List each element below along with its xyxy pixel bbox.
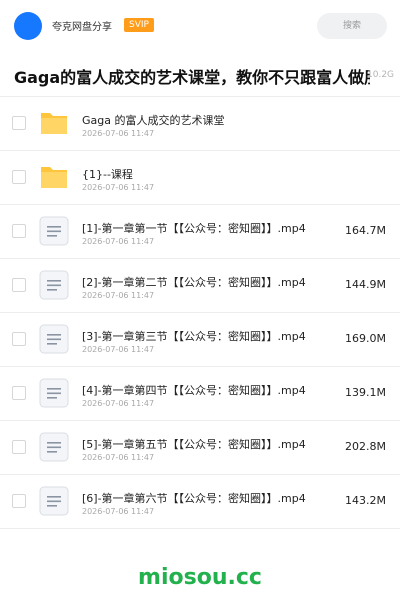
row-checkbox[interactable] [12, 494, 26, 508]
row-checkbox[interactable] [12, 224, 26, 238]
file-size: 164.7M [345, 224, 386, 237]
file-list: Gaga 的富人成交的艺术课堂 2026-07-06 11:47 {1}--课程 20… [0, 97, 400, 529]
document-icon [39, 486, 69, 516]
file-row[interactable]: Gaga 的富人成交的艺术课堂 2026-07-06 11:47 [0, 97, 400, 151]
file-date: 2026-07-06 11:47 [82, 183, 155, 192]
document-icon [39, 324, 69, 354]
watermark-text: miosou.cc [138, 565, 262, 590]
file-row[interactable]: [3]-第一章第三节【【公众号：密知圈】】.mp4 2026-07-06 11:4… [0, 313, 400, 367]
file-name[interactable]: [2]-第一章第二节【【公众号：密知圈】】.mp4 [82, 274, 306, 290]
file-name[interactable]: [1]-第一章第一节【【公众号：密知圈】】.mp4 [82, 220, 306, 236]
row-checkbox[interactable] [12, 170, 26, 184]
document-icon [39, 270, 69, 300]
file-date: 2026-07-06 11:47 [82, 507, 155, 516]
row-checkbox[interactable] [12, 386, 26, 400]
document-icon [39, 432, 69, 462]
file-size: 139.1M [345, 386, 386, 399]
file-name[interactable]: {1}--课程 [82, 166, 133, 182]
avatar[interactable] [14, 12, 42, 40]
file-date: 2026-07-06 11:47 [82, 345, 155, 354]
file-size: 143.2M [345, 494, 386, 507]
file-date: 2026-07-06 11:47 [82, 129, 155, 138]
page-title: Gaga的富人成交的艺术课堂，教你不只跟富人做朋友 [14, 68, 370, 87]
brand-label: 夸克网盘分享 [52, 22, 112, 33]
row-checkbox[interactable] [12, 116, 26, 130]
folder-icon [39, 162, 69, 192]
file-row[interactable]: [2]-第一章第二节【【公众号：密知圈】】.mp4 2026-07-06 11:4… [0, 259, 400, 313]
total-size: 10.2G [367, 70, 395, 80]
folder-icon [39, 108, 69, 138]
row-checkbox[interactable] [12, 440, 26, 454]
share-title-row: Gaga的富人成交的艺术课堂，教你不只跟富人做朋友 10.2G [0, 52, 400, 97]
file-name[interactable]: [6]-第一章第六节【【公众号：密知圈】】.mp4 [82, 490, 306, 506]
file-date: 2026-07-06 11:47 [82, 399, 155, 408]
file-date: 2026-07-06 11:47 [82, 237, 155, 246]
file-size: 144.9M [345, 278, 386, 291]
file-name[interactable]: [5]-第一章第五节【【公众号：密知圈】】.mp4 [82, 436, 306, 452]
svip-badge: SVIP [124, 18, 154, 32]
file-row[interactable]: [4]-第一章第四节【【公众号：密知圈】】.mp4 2026-07-06 11:4… [0, 367, 400, 421]
file-date: 2026-07-06 11:47 [82, 291, 155, 300]
file-name[interactable]: [3]-第一章第三节【【公众号：密知圈】】.mp4 [82, 328, 306, 344]
file-row[interactable]: [1]-第一章第一节【【公众号：密知圈】】.mp4 2026-07-06 11:4… [0, 205, 400, 259]
document-icon [39, 216, 69, 246]
file-name[interactable]: [4]-第一章第四节【【公众号：密知圈】】.mp4 [82, 382, 306, 398]
file-size: 202.8M [345, 440, 386, 453]
row-checkbox[interactable] [12, 278, 26, 292]
top-bar: 夸克网盘分享 SVIP 搜索 [0, 0, 400, 52]
file-row[interactable]: {1}--课程 2026-07-06 11:47 [0, 151, 400, 205]
document-icon [39, 378, 69, 408]
file-name[interactable]: Gaga 的富人成交的艺术课堂 [82, 112, 224, 128]
file-date: 2026-07-06 11:47 [82, 453, 155, 462]
file-row[interactable]: [6]-第一章第六节【【公众号：密知圈】】.mp4 2026-07-06 11:4… [0, 475, 400, 529]
file-row[interactable]: [5]-第一章第五节【【公众号：密知圈】】.mp4 2026-07-06 11:4… [0, 421, 400, 475]
row-checkbox[interactable] [12, 332, 26, 346]
file-size: 169.0M [345, 332, 386, 345]
search-button[interactable]: 搜索 [317, 13, 387, 39]
